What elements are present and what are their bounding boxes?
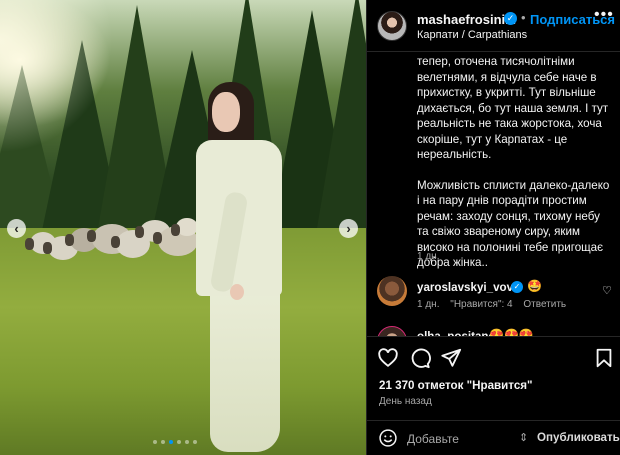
skirt bbox=[210, 288, 280, 452]
comment-input[interactable] bbox=[407, 429, 537, 449]
meadow bbox=[0, 228, 366, 455]
slide-dot bbox=[169, 440, 173, 444]
reply-button[interactable]: Ответить bbox=[523, 299, 566, 310]
publish-button[interactable]: Опубликовать bbox=[537, 431, 620, 444]
verified-badge-icon: ✓ bbox=[511, 281, 523, 293]
more-options-icon[interactable]: ••• bbox=[594, 6, 614, 24]
separator-dot: • bbox=[521, 10, 526, 25]
slide-dot bbox=[185, 440, 189, 444]
prev-slide-button[interactable]: ‹ bbox=[7, 219, 26, 238]
slide-dot bbox=[177, 440, 181, 444]
comment-time: 1 дн. bbox=[417, 299, 440, 310]
caption-paragraph: Можливість сплисти далеко-далеко і на па… bbox=[417, 178, 610, 270]
emoji-smiley-icon[interactable] bbox=[378, 428, 398, 448]
comment-meta: 1 дн. "Нравится": 4 Ответить bbox=[417, 299, 574, 310]
likes-count[interactable]: 21 370 отметок "Нравится" bbox=[379, 379, 533, 392]
commenter-avatar[interactable] bbox=[377, 276, 407, 306]
slide-dot bbox=[193, 440, 197, 444]
sunlight-glow bbox=[0, 0, 180, 230]
commenter-username[interactable]: yaroslavskyi_vova bbox=[417, 281, 520, 294]
verified-badge-icon: ✓ bbox=[504, 12, 517, 25]
post-date: День назад bbox=[379, 396, 432, 407]
comment-bubble-icon[interactable] bbox=[409, 347, 431, 369]
share-paper-plane-icon[interactable] bbox=[440, 347, 462, 369]
post-photo[interactable]: ‹ › bbox=[0, 0, 366, 455]
location-link[interactable]: Карпати / Carpathians bbox=[417, 29, 527, 41]
updown-arrows-icon: ⇕ bbox=[519, 432, 529, 444]
slide-dot bbox=[161, 440, 165, 444]
sheep bbox=[171, 218, 198, 236]
post-panel: mashaefrosini... ✓ • Подписаться ••• Кар… bbox=[366, 0, 620, 455]
hand bbox=[230, 284, 244, 300]
caption-time: 1 дн. bbox=[417, 251, 440, 262]
slide-dot bbox=[153, 440, 157, 444]
author-username[interactable]: mashaefrosini... bbox=[417, 12, 516, 27]
face bbox=[212, 92, 240, 132]
comment-like-icon[interactable]: ♡ bbox=[602, 284, 612, 297]
save-bookmark-icon[interactable] bbox=[593, 347, 615, 369]
like-heart-icon[interactable] bbox=[377, 347, 399, 369]
add-comment-bar: ⇕ Опубликовать bbox=[367, 420, 620, 455]
comment-text: 🤩 bbox=[527, 279, 542, 293]
author-avatar[interactable] bbox=[377, 11, 407, 41]
caption-text: тепер, оточена тисячолітніми велетнями, … bbox=[417, 54, 613, 286]
post-header: mashaefrosini... ✓ • Подписаться ••• Кар… bbox=[367, 0, 620, 52]
forest-tree bbox=[315, 0, 366, 240]
woman-figure bbox=[196, 82, 286, 452]
slide-indicator bbox=[153, 440, 197, 444]
comment-likes[interactable]: "Нравится": 4 bbox=[450, 299, 512, 310]
next-slide-button[interactable]: › bbox=[339, 219, 358, 238]
caption-paragraph: тепер, оточена тисячолітніми велетнями, … bbox=[417, 55, 609, 161]
